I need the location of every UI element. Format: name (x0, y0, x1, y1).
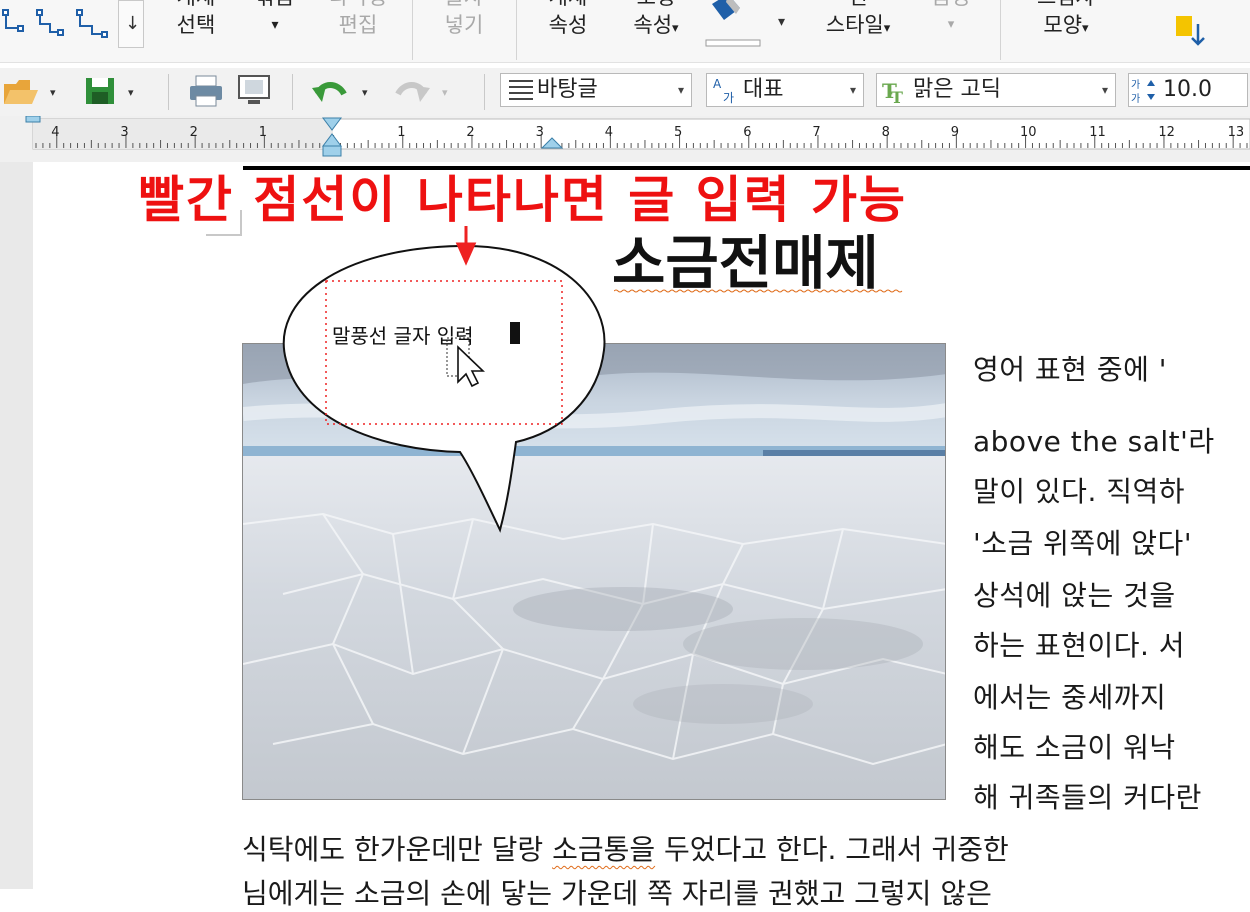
font-size-field[interactable]: 가 가 10.0 (1128, 73, 1248, 107)
svg-text:가: 가 (1131, 93, 1140, 105)
ribbon-shading-button[interactable]: 음영 ▾ (918, 0, 984, 60)
undo-dropdown-icon[interactable]: ▾ (362, 86, 368, 99)
arrange-icon (1176, 16, 1205, 46)
bubble-text-line[interactable]: 말풍선 글자 입력 (332, 320, 474, 349)
bring-forward-button[interactable] (1170, 10, 1210, 50)
body-line[interactable]: above the salt'라 (973, 420, 1215, 460)
save-button[interactable] (84, 74, 118, 112)
preview-button[interactable] (236, 74, 272, 112)
body-line[interactable]: 에서는 중세까지 (973, 676, 1166, 716)
toolbar-divider (484, 74, 485, 110)
chevron-down-icon: ▾ (677, 83, 684, 97)
ruler-number: 12 (1158, 125, 1175, 140)
ruler-number: 7 (812, 125, 820, 140)
ribbon-shape-properties-button[interactable]: 도형 속성▾ (616, 0, 696, 60)
redo-icon (395, 82, 430, 102)
horizontal-ruler[interactable]: 4 3 2 1 1 2 3 4 5 6 7 8 9 10 11 12 13 (0, 116, 1250, 162)
ruler-number: 2 (190, 125, 198, 140)
ribbon-divider (516, 0, 517, 60)
ribbon-divider (412, 0, 413, 60)
ribbon-polygon-edit-button[interactable]: 다각형 편집 (318, 0, 398, 60)
monitor-icon (238, 75, 270, 104)
toolbar-divider (292, 74, 293, 110)
save-dropdown-icon[interactable]: ▾ (128, 86, 134, 99)
svg-text:A: A (713, 77, 722, 91)
ruler-number: 8 (882, 125, 890, 140)
ribbon-shadow-shape-button[interactable]: 그림자 모양▾ (1016, 0, 1116, 60)
ruler-number: 6 (743, 125, 751, 140)
ruler-number: 13 (1228, 125, 1245, 140)
ruler-number: 3 (536, 125, 544, 140)
connector-icon[interactable] (0, 0, 120, 50)
fill-color-button[interactable] (702, 0, 764, 52)
body-line[interactable]: 식탁에도 한가운데만 달랑 소금통을 두었다고 한다. 그래서 귀중한 (242, 828, 1009, 868)
ribbon-line-style-button[interactable]: 선 스타일▾ (808, 0, 908, 60)
top-margin-marker[interactable] (25, 116, 41, 123)
truetype-font-icon: T T (882, 79, 903, 106)
language-combo[interactable]: A 가 대표 ▾ (706, 73, 864, 107)
ruler-number: 11 (1089, 125, 1106, 140)
misspelled-word[interactable]: 소금통을 (552, 833, 655, 866)
spellcheck-underline (614, 289, 903, 293)
folder-open-icon (4, 80, 38, 104)
ribbon-object-properties-button[interactable]: 개체 속성 (532, 0, 604, 60)
ruler-scale[interactable]: 4 3 2 1 1 2 3 4 5 6 7 8 9 10 11 12 13 (0, 116, 1250, 162)
printer-icon (190, 75, 222, 107)
paragraph-style-combo[interactable]: 바탕글 ▾ (500, 73, 692, 107)
undo-icon (312, 82, 347, 102)
connector-dropdown-button[interactable]: ↓ (118, 0, 144, 48)
standard-toolbar: ▾ ▾ ▾ ▾ 바탕글 ▾ A 가 대표 ▾ T T 맑은 고딕 ▾ 가 가 1… (0, 68, 1250, 118)
redo-button[interactable] (392, 74, 432, 112)
paint-bucket-icon (705, 0, 761, 47)
font-size-stepper-icon: 가 가 (1131, 79, 1155, 105)
ruler-number: 4 (605, 125, 613, 140)
font-combo[interactable]: T T 맑은 고딕 ▾ (876, 73, 1116, 107)
body-line-cut-off[interactable]: 님에게는 소금의 손에 닿는 가운데 쪽 자리를 권했고 그렇지 않은 (242, 872, 992, 912)
chevron-down-icon: ▾ (1101, 83, 1108, 97)
ruler-number: 1 (397, 125, 405, 140)
body-line[interactable]: 상석에 앉는 것을 (973, 574, 1176, 614)
ribbon: ↓ 개체 선택 묶음 ▾ 다각형 편집 글자 넣기 개체 속성 도형 속성▾ ▾… (0, 0, 1250, 63)
ruler-number: 4 (51, 125, 59, 140)
open-button[interactable] (2, 74, 42, 112)
paragraph-style-icon (509, 80, 533, 100)
redo-dropdown-icon[interactable]: ▾ (442, 86, 448, 99)
page-corner-mark (206, 234, 240, 236)
ribbon-divider (1000, 0, 1001, 60)
svg-text:가: 가 (1131, 79, 1140, 91)
fill-color-dropdown-icon[interactable]: ▾ (778, 14, 785, 30)
svg-text:가: 가 (723, 91, 734, 105)
save-icon (86, 78, 114, 104)
ruler-number: 10 (1020, 125, 1037, 140)
open-dropdown-icon[interactable]: ▾ (50, 86, 56, 99)
body-line[interactable]: 말이 있다. 직역하 (973, 470, 1185, 510)
chevron-down-icon: ▾ (849, 83, 856, 97)
print-button[interactable] (188, 74, 224, 112)
document-title[interactable]: 소금전매제 (612, 228, 879, 298)
body-line[interactable]: 해도 소금이 워낙 (973, 726, 1176, 766)
undo-button[interactable] (310, 74, 350, 112)
ruler-number: 3 (120, 125, 128, 140)
body-line[interactable]: 해 귀족들의 커다란 (973, 776, 1202, 816)
connector-tools[interactable] (0, 0, 120, 50)
toolbar-divider (168, 74, 169, 110)
instruction-annotation: 빨간 점선이 나타나면 글 입력 가능 (138, 171, 908, 229)
body-line[interactable]: 하는 표현이다. 서 (973, 624, 1185, 664)
ruler-number: 5 (674, 125, 682, 140)
down-arrow-icon: ↓ (125, 13, 141, 34)
ribbon-insert-text-button[interactable]: 글자 넣기 (428, 0, 500, 60)
ruler-number: 2 (466, 125, 474, 140)
body-line[interactable]: 영어 표현 중에 ' (973, 348, 1167, 388)
salt-flat-photo[interactable] (242, 343, 946, 800)
ribbon-object-select-button[interactable]: 개체 선택 (160, 0, 232, 60)
svg-text:T: T (891, 88, 903, 106)
ruler-number: 9 (951, 125, 959, 140)
language-icon: A 가 (713, 77, 734, 105)
salt-flat-image (243, 344, 945, 799)
ribbon-group-button[interactable]: 묶음 ▾ (240, 0, 310, 60)
ruler-number: 1 (259, 125, 267, 140)
body-line[interactable]: '소금 위쪽에 앉다' (973, 522, 1192, 562)
text-caret (510, 322, 520, 344)
